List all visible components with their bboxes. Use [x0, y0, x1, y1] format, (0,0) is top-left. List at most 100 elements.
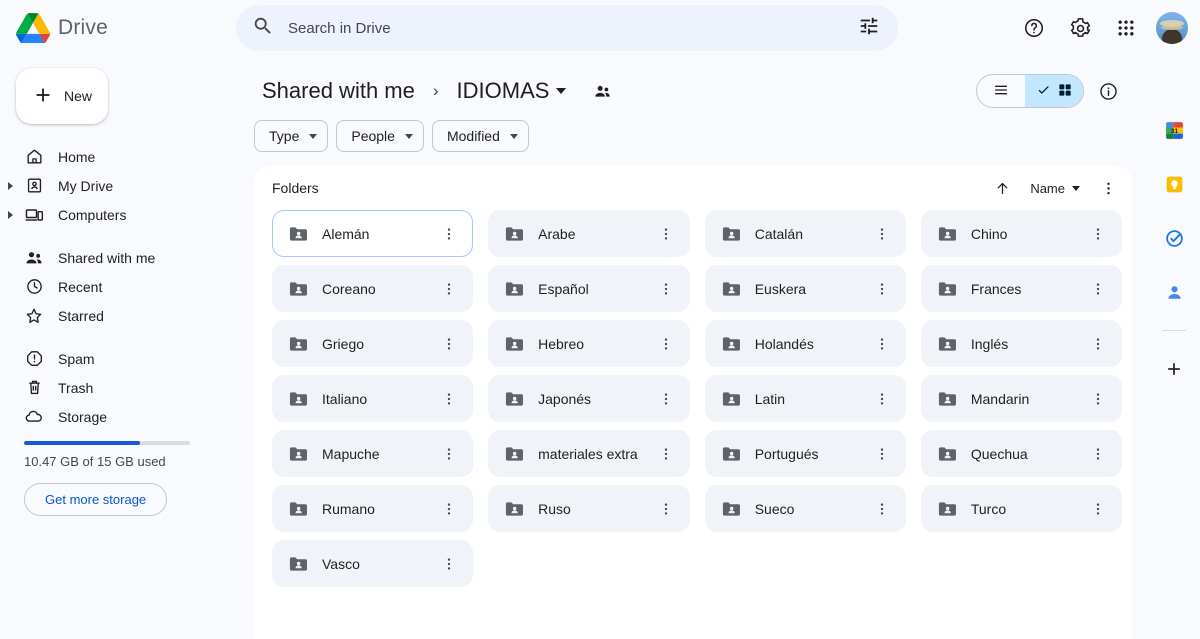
folder-card[interactable]: Alemán: [272, 210, 474, 257]
chevron-right-icon[interactable]: [8, 181, 13, 190]
breadcrumb: Shared with me › IDIOMAS: [236, 66, 1132, 116]
folder-card[interactable]: Holandés: [704, 320, 906, 367]
info-button[interactable]: [1088, 71, 1128, 111]
google-contacts-icon[interactable]: [1156, 274, 1192, 310]
folder-card[interactable]: Italiano: [272, 375, 474, 422]
folder-card[interactable]: Chino: [920, 210, 1122, 257]
sidebar-item-computers[interactable]: Computers: [0, 200, 236, 229]
folder-menu-button[interactable]: [434, 219, 464, 249]
sidebar-item-my-drive[interactable]: My Drive: [0, 171, 236, 200]
folder-menu-button[interactable]: [434, 274, 464, 304]
folder-card[interactable]: Catalán: [704, 210, 906, 257]
folder-name: Sueco: [754, 500, 795, 517]
sort-controls: Name: [986, 172, 1124, 204]
folder-card[interactable]: Vasco: [272, 540, 474, 587]
people-shared-icon[interactable]: [586, 75, 618, 107]
folder-menu-button[interactable]: [1083, 494, 1113, 524]
folders-scroll-area[interactable]: Alemán Arabe Catalán Chino Coreano Español Eus…: [254, 210, 1132, 639]
folder-menu-button[interactable]: [651, 439, 681, 469]
folder-card[interactable]: Mapuche: [272, 430, 474, 477]
new-button[interactable]: New: [16, 68, 108, 124]
folder-card[interactable]: materiales extra: [488, 430, 690, 477]
help-button[interactable]: [1014, 8, 1054, 48]
folder-menu-button[interactable]: [434, 549, 464, 579]
sidebar-item-shared-with-me[interactable]: Shared with me: [0, 243, 236, 272]
folder-menu-button[interactable]: [1083, 219, 1113, 249]
folder-card[interactable]: Español: [488, 265, 690, 312]
folder-menu-button[interactable]: [867, 274, 897, 304]
folder-card[interactable]: Japonés: [488, 375, 690, 422]
breadcrumb-parent[interactable]: Shared with me: [254, 74, 423, 108]
sort-field-button[interactable]: Name: [1020, 172, 1090, 204]
avatar[interactable]: [1156, 12, 1188, 44]
apps-button[interactable]: [1106, 8, 1146, 48]
google-tasks-icon[interactable]: [1156, 220, 1192, 256]
folder-card[interactable]: Arabe: [488, 210, 690, 257]
brand[interactable]: Drive: [0, 13, 236, 44]
sidebar-item-spam[interactable]: Spam: [0, 344, 236, 373]
get-more-storage-button[interactable]: Get more storage: [24, 483, 168, 516]
folder-card[interactable]: Griego: [272, 320, 474, 367]
search-bar[interactable]: [236, 5, 898, 51]
people-icon: [24, 248, 44, 268]
folder-card[interactable]: Euskera: [704, 265, 906, 312]
folder-menu-button[interactable]: [867, 329, 897, 359]
folder-card[interactable]: Portugués: [704, 430, 906, 477]
side-panel-add-button[interactable]: [1156, 351, 1192, 387]
my-drive-icon: [24, 176, 44, 196]
folder-menu-button[interactable]: [1083, 384, 1113, 414]
folder-card[interactable]: Ruso: [488, 485, 690, 532]
google-keep-icon[interactable]: [1156, 166, 1192, 202]
folder-menu-button[interactable]: [867, 219, 897, 249]
settings-button[interactable]: [1060, 8, 1100, 48]
grid-view-button[interactable]: [1025, 75, 1083, 107]
chevron-right-icon[interactable]: [8, 210, 13, 219]
filter-chip-people[interactable]: People: [336, 120, 424, 152]
folder-card[interactable]: Coreano: [272, 265, 474, 312]
view-toggle: [976, 74, 1084, 108]
sidebar-item-storage[interactable]: Storage: [0, 402, 236, 431]
sidebar-item-trash[interactable]: Trash: [0, 373, 236, 402]
folder-card[interactable]: Frances: [920, 265, 1122, 312]
folder-menu-button[interactable]: [651, 329, 681, 359]
folder-menu-button[interactable]: [434, 439, 464, 469]
filter-chip-type[interactable]: Type: [254, 120, 329, 152]
folder-menu-button[interactable]: [434, 384, 464, 414]
folder-name: Italiano: [322, 390, 368, 407]
folders-more-options-button[interactable]: [1092, 172, 1124, 204]
folder-menu-button[interactable]: [434, 494, 464, 524]
folder-menu-button[interactable]: [1083, 439, 1113, 469]
folder-card[interactable]: Latin: [704, 375, 906, 422]
folder-menu-button[interactable]: [651, 274, 681, 304]
sort-direction-button[interactable]: [986, 172, 1018, 204]
folder-menu-button[interactable]: [651, 384, 681, 414]
folder-menu-button[interactable]: [1083, 274, 1113, 304]
folder-card[interactable]: Sueco: [704, 485, 906, 532]
breadcrumb-current[interactable]: IDIOMAS: [449, 74, 575, 108]
folders-grid: Alemán Arabe Catalán Chino Coreano Español Eus…: [272, 210, 1122, 587]
folder-card[interactable]: Turco: [920, 485, 1122, 532]
shared-folder-icon: [720, 388, 742, 410]
folder-card[interactable]: Rumano: [272, 485, 474, 532]
drive-app: Drive Search in Drive New Home My Drive …: [0, 0, 1200, 639]
sidebar-item-recent[interactable]: Recent: [0, 272, 236, 301]
main-content: Shared with me › IDIOMAS Type People Mod…: [236, 56, 1148, 639]
folder-menu-button[interactable]: [651, 219, 681, 249]
tune-icon[interactable]: [858, 15, 880, 42]
folder-menu-button[interactable]: [1083, 329, 1113, 359]
filter-chip-modified[interactable]: Modified: [431, 120, 529, 152]
sidebar-item-home[interactable]: Home: [0, 142, 236, 171]
folder-card[interactable]: Hebreo: [488, 320, 690, 367]
folder-menu-button[interactable]: [651, 494, 681, 524]
folder-card[interactable]: Quechua: [920, 430, 1122, 477]
folder-menu-button[interactable]: [434, 329, 464, 359]
sidebar-item-starred[interactable]: Starred: [0, 301, 236, 330]
list-view-button[interactable]: [977, 75, 1025, 107]
folder-card[interactable]: Inglés: [920, 320, 1122, 367]
folder-menu-button[interactable]: [867, 439, 897, 469]
folder-card[interactable]: Mandarin: [920, 375, 1122, 422]
search-input[interactable]: [288, 19, 844, 37]
google-calendar-icon[interactable]: 31: [1156, 112, 1192, 148]
folder-menu-button[interactable]: [867, 384, 897, 414]
folder-menu-button[interactable]: [867, 494, 897, 524]
